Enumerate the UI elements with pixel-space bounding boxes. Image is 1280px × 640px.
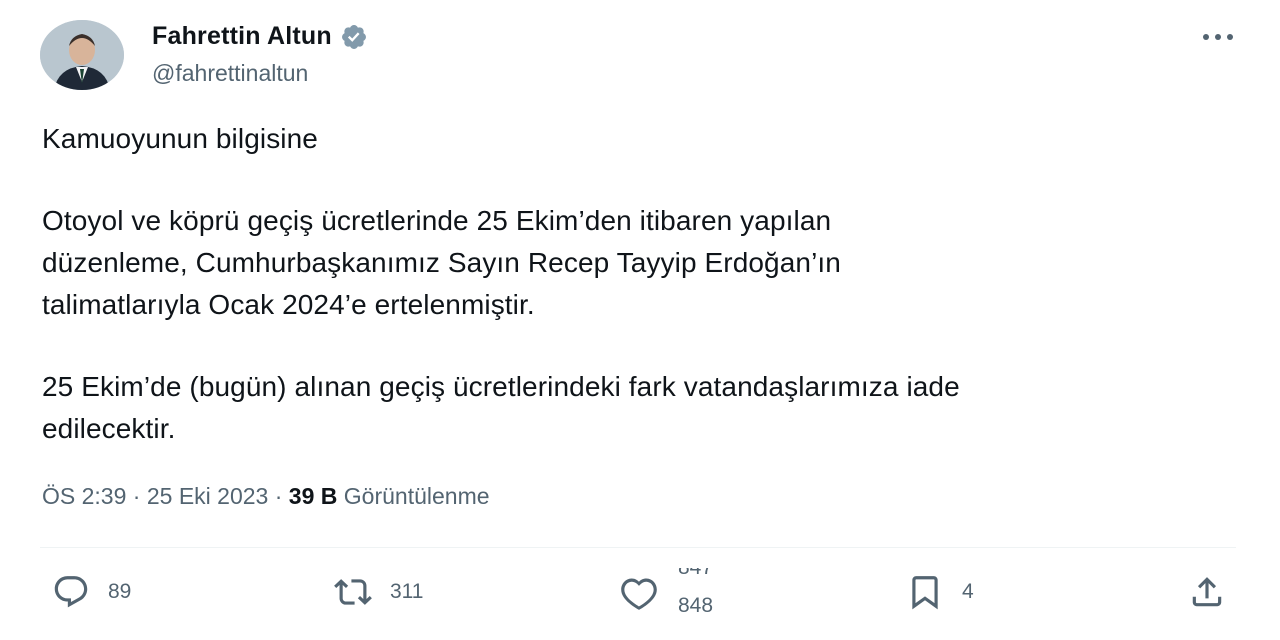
author-name-text: Fahrettin Altun bbox=[152, 22, 332, 50]
tweet-text: Kamuoyunun bilgisine Otoyol ve köprü geç… bbox=[42, 118, 1252, 450]
tweet-date[interactable]: 25 Eki 2023 bbox=[147, 483, 268, 509]
reply-icon bbox=[54, 576, 88, 608]
more-options-button[interactable] bbox=[1198, 22, 1238, 52]
tweet-line: Kamuoyunun bilgisine bbox=[42, 123, 318, 154]
avatar-image bbox=[40, 20, 124, 90]
like-count-previous: 847 bbox=[678, 568, 713, 580]
like-count-ticker: 847 848 bbox=[676, 568, 736, 616]
share-icon bbox=[1192, 577, 1222, 607]
bookmark-button[interactable]: 4 bbox=[906, 568, 974, 616]
views-label: Görüntülenme bbox=[343, 483, 490, 509]
repost-count: 311 bbox=[390, 580, 424, 603]
tweet-meta: ÖS 2:39 · 25 Eki 2023 · 39 B Görüntülenm… bbox=[42, 483, 490, 510]
meta-separator: · bbox=[132, 483, 141, 509]
repost-button[interactable]: 311 bbox=[334, 568, 423, 616]
tweet-line: edilecektir. bbox=[42, 413, 176, 444]
heart-icon bbox=[621, 578, 657, 610]
author-handle[interactable]: @fahrettinaltun bbox=[152, 60, 308, 87]
bookmark-icon bbox=[912, 576, 938, 610]
action-bar: 89 311 847 848 4 bbox=[0, 560, 1280, 624]
reply-button[interactable]: 89 bbox=[52, 568, 131, 616]
divider bbox=[40, 547, 1236, 548]
meta-separator: · bbox=[274, 483, 283, 509]
like-count: 848 bbox=[678, 594, 714, 616]
views-count: 39 B bbox=[288, 483, 338, 509]
reply-count: 89 bbox=[108, 580, 132, 603]
like-button[interactable]: 847 848 bbox=[620, 568, 736, 616]
more-dots-icon bbox=[1203, 34, 1233, 40]
tweet-line: Otoyol ve köprü geçiş ücretlerinde 25 Ek… bbox=[42, 205, 832, 236]
tweet-time[interactable]: ÖS 2:39 bbox=[42, 483, 126, 509]
repost-icon bbox=[334, 579, 372, 605]
tweet-line: talimatlarıyla Ocak 2024’e ertelenmiştir… bbox=[42, 289, 535, 320]
avatar[interactable] bbox=[40, 20, 124, 90]
author-name[interactable]: Fahrettin Altun bbox=[152, 22, 368, 51]
tweet-line: 25 Ekim’de (bugün) alınan geçiş ücretler… bbox=[42, 371, 960, 402]
share-button[interactable] bbox=[1188, 568, 1226, 616]
tweet-line: düzenleme, Cumhurbaşkanımız Sayın Recep … bbox=[42, 247, 841, 278]
tweet-card: Fahrettin Altun @fahrettinaltun Kamuoyun… bbox=[0, 0, 1280, 640]
verified-badge-icon bbox=[341, 24, 366, 49]
bookmark-count: 4 bbox=[962, 580, 974, 603]
